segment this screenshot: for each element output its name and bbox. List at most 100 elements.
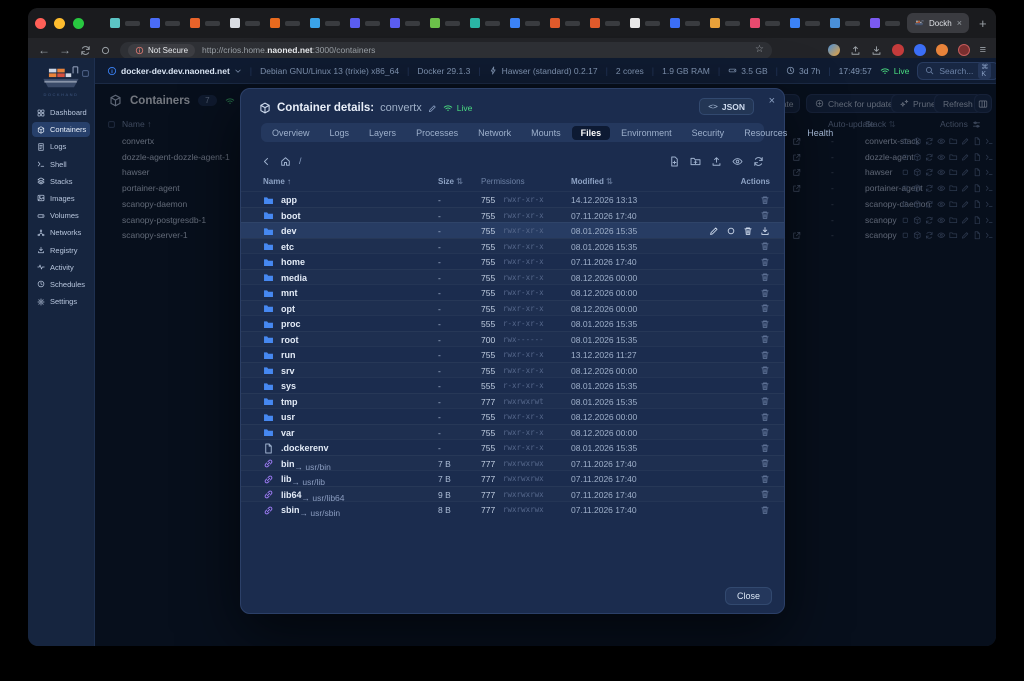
delete-icon[interactable] [760,334,770,344]
file-row[interactable]: app-755rwxr-xr-x14.12.2026 13:13 [241,191,784,207]
sidebar-item-networks[interactable]: Networks [32,225,90,240]
file-name[interactable]: sbin → usr/sbin [281,505,300,515]
delete-icon[interactable] [760,319,770,329]
delete-icon[interactable] [760,288,770,298]
file-name[interactable]: boot [281,211,301,221]
new-tab-button[interactable]: + [979,17,987,30]
tab-security[interactable]: Security [683,126,734,140]
file-name[interactable]: bin → usr/bin [281,459,295,469]
file-name[interactable]: etc [281,242,294,252]
browser-tab[interactable] [670,18,701,28]
address-bar[interactable]: Not Secure http://crios.home.naoned.net:… [120,42,772,59]
file-row[interactable]: etc-755rwxr-xr-x08.01.2026 15:35 [241,238,784,254]
file-name[interactable]: opt [281,304,295,314]
sidebar-item-settings[interactable]: Settings [32,294,90,309]
browser-tab[interactable] [110,18,141,28]
home-icon[interactable] [280,156,291,167]
new-file-icon[interactable] [669,156,680,167]
refresh-files-icon[interactable] [753,156,764,167]
tab-overview[interactable]: Overview [263,126,319,140]
delete-icon[interactable] [760,458,770,468]
file-name[interactable]: .dockerenv [281,443,329,453]
tab-files[interactable]: Files [572,126,611,140]
delete-icon[interactable] [760,241,770,251]
browser-tab[interactable] [270,18,301,28]
file-name[interactable]: lib → usr/lib [281,474,292,484]
sidebar-item-dashboard[interactable]: Dashboard [32,105,90,120]
browser-tab[interactable] [790,18,821,28]
sidebar-item-containers[interactable]: Containers [32,122,90,137]
delete-icon[interactable] [760,272,770,282]
browser-tab[interactable] [430,18,461,28]
delete-icon[interactable] [760,365,770,375]
sidebar-item-images[interactable]: Images [32,191,90,206]
file-row[interactable]: .dockerenv-755rwxr-xr-x08.01.2026 15:35 [241,439,784,455]
delete-icon[interactable] [760,505,770,515]
adblock-icon[interactable] [892,44,904,56]
delete-icon[interactable] [760,210,770,220]
browser-tab[interactable] [470,18,501,28]
bookmark-star-icon[interactable]: ☆ [755,45,764,55]
extension-shield-icon[interactable] [100,45,111,56]
file-row[interactable]: lib → usr/lib7 B777rwxrwxrwx07.11.2026 1… [241,470,784,486]
browser-menu-icon[interactable]: ≡ [980,45,986,56]
file-name[interactable]: sys [281,381,296,391]
upload-icon[interactable] [711,156,722,167]
browser-tab[interactable] [830,18,861,28]
chmod-icon[interactable] [726,226,736,236]
current-path[interactable]: / [299,156,302,166]
back-icon[interactable]: ← [38,44,50,56]
tab-processes[interactable]: Processes [407,126,467,140]
file-name[interactable]: lib64 → usr/lib64 [281,490,302,500]
file-name[interactable]: root [281,335,299,345]
browser-tab[interactable] [590,18,621,28]
file-row[interactable]: opt-755rwxr-xr-x08.12.2026 00:00 [241,300,784,316]
file-name[interactable]: media [281,273,307,283]
file-row[interactable]: var-755rwxr-xr-x08.12.2026 00:00 [241,424,784,440]
tab-resources[interactable]: Resources [735,126,796,140]
file-row[interactable]: home-755rwxr-xr-x07.11.2026 17:40 [241,253,784,269]
sidebar-item-schedules[interactable]: Schedules [32,277,90,292]
file-name[interactable]: app [281,195,297,205]
tab-mounts[interactable]: Mounts [522,126,570,140]
browser-tab[interactable] [390,18,421,28]
downloads-icon[interactable] [871,45,882,56]
delete-icon[interactable] [743,226,753,236]
sidebar-item-registry[interactable]: Registry [32,243,90,258]
browser-tab[interactable] [870,18,901,28]
show-hidden-icon[interactable] [732,156,743,167]
collapse-sidebar-icon[interactable] [81,69,90,78]
forward-icon[interactable]: → [59,44,71,56]
file-name[interactable]: mnt [281,288,298,298]
browser-tab[interactable] [310,18,341,28]
tab-layers[interactable]: Layers [360,126,405,140]
blocked-extension-icon[interactable] [958,44,970,56]
zoom-window-button[interactable] [73,18,84,29]
file-row[interactable]: sbin → usr/sbin8 B777rwxrwxrwx07.11.2026… [241,501,784,517]
file-row[interactable]: usr-755rwxr-xr-x08.12.2026 00:00 [241,408,784,424]
browser-tab[interactable] [150,18,181,28]
tab-logs[interactable]: Logs [321,126,359,140]
tab-network[interactable]: Network [469,126,520,140]
browser-tab[interactable] [230,18,261,28]
edit-icon[interactable] [709,226,719,236]
share-icon[interactable] [850,45,861,56]
file-name[interactable]: srv [281,366,295,376]
not-secure-badge[interactable]: Not Secure [128,44,195,57]
file-row[interactable]: media-755rwxr-xr-x08.12.2026 00:00 [241,269,784,285]
file-row[interactable]: bin → usr/bin7 B777rwxrwxrwx07.11.2026 1… [241,455,784,471]
close-icon[interactable]: × [769,95,775,107]
close-window-button[interactable] [35,18,46,29]
delete-icon[interactable] [760,427,770,437]
tab-close-icon[interactable]: × [957,18,962,28]
browser-tab[interactable] [550,18,581,28]
file-row[interactable]: sys-555r-xr-xr-x08.01.2026 15:35 [241,377,784,393]
browser-tab[interactable] [190,18,221,28]
tab-environment[interactable]: Environment [612,126,681,140]
sidebar-item-activity[interactable]: Activity [32,260,90,275]
file-row[interactable]: dev-755rwxr-xr-x08.01.2026 15:35 [241,222,784,238]
delete-icon[interactable] [760,396,770,406]
browser-tab[interactable] [350,18,381,28]
file-name[interactable]: var [281,428,295,438]
json-button[interactable]: <> JSON [699,98,754,115]
